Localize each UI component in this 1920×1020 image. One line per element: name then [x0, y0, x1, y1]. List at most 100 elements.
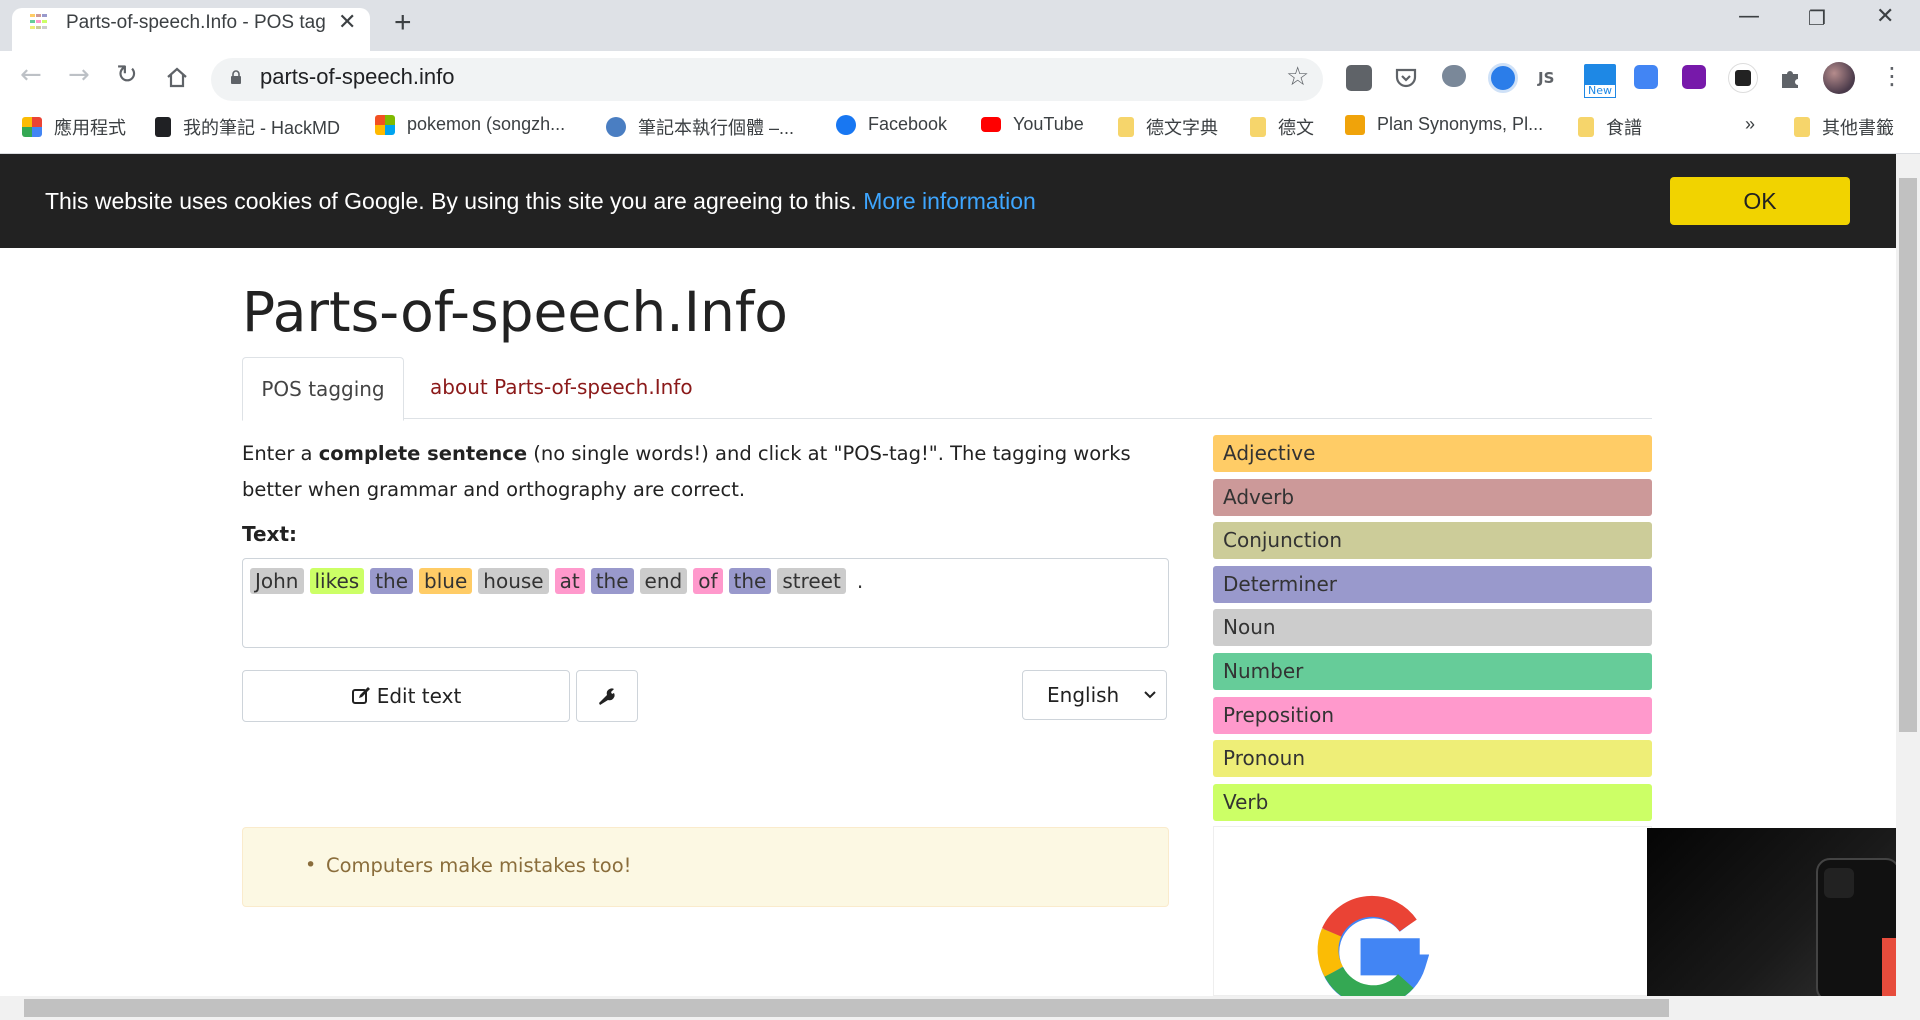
ad-phone-image[interactable] — [1647, 828, 1900, 1002]
legend-item-determiner: Determiner — [1213, 565, 1652, 603]
folder-icon — [1250, 117, 1266, 137]
warning-text: Computers make mistakes too! — [326, 854, 632, 877]
tagged-word[interactable]: the — [590, 568, 634, 594]
legend-item-verb: Verb — [1213, 783, 1652, 821]
profile-avatar[interactable] — [1823, 62, 1855, 94]
pocket-icon[interactable] — [1394, 66, 1418, 90]
onenote-icon[interactable] — [1682, 65, 1706, 89]
tagged-word[interactable]: street — [777, 568, 846, 594]
bookmark-label: 德文 — [1278, 118, 1314, 138]
extension-icon-4[interactable] — [1488, 63, 1518, 93]
more-information-link[interactable]: More information — [863, 188, 1036, 214]
edit-text-button[interactable]: Edit text — [242, 670, 570, 722]
new-badge: New — [1584, 84, 1616, 98]
tagged-word[interactable]: blue — [419, 568, 473, 594]
tagged-word[interactable]: of — [693, 568, 723, 594]
legend-item-conjunction: Conjunction — [1213, 522, 1652, 560]
reload-button[interactable]: ↻ — [116, 60, 138, 90]
url-text[interactable]: parts-of-speech.info — [260, 64, 454, 90]
new-tab-button[interactable]: + — [394, 6, 412, 40]
bookmark-folder-dict[interactable]: 德文字典 — [1118, 114, 1218, 140]
youtube-icon — [981, 117, 1001, 132]
x-extension-icon[interactable] — [1728, 63, 1758, 93]
restore-window-button[interactable]: ❐ — [1808, 6, 1826, 30]
settings-wrench-button[interactable] — [576, 670, 638, 722]
text-label: Text: — [242, 522, 298, 546]
bookmark-folder-german[interactable]: 德文 — [1250, 114, 1314, 140]
edit-icon — [351, 687, 370, 704]
bookmark-facebook[interactable]: Facebook — [836, 114, 947, 135]
bookmark-label: 我的筆記 - HackMD — [183, 118, 340, 138]
bookmark-label: 食譜 — [1606, 118, 1642, 138]
tagged-words: John likes the blue house at the end of the street… — [250, 568, 874, 594]
cookie-ok-button[interactable]: OK — [1670, 177, 1850, 225]
bookmark-label: 筆記本執行個體 –... — [638, 118, 795, 138]
bookmark-label: 其他書籤 — [1822, 118, 1894, 138]
lock-icon[interactable] — [230, 70, 242, 84]
tagged-word[interactable]: . — [852, 568, 868, 594]
bookmark-thesaurus[interactable]: Plan Synonyms, Pl... — [1345, 114, 1543, 135]
thesaurus-icon — [1345, 114, 1365, 135]
bookmark-label: 應用程式 — [54, 118, 126, 138]
apps-grid-icon — [22, 117, 42, 137]
tagged-word[interactable]: the — [370, 568, 414, 594]
bookmark-hackmd[interactable]: 我的筆記 - HackMD — [155, 114, 340, 140]
legend-item-pronoun: Pronoun — [1213, 740, 1652, 778]
legend-item-preposition: Preposition — [1213, 696, 1652, 734]
folder-icon — [1578, 117, 1594, 137]
bookmark-label: Facebook — [868, 114, 948, 134]
bookmark-folder-recipes[interactable]: 食譜 — [1578, 114, 1642, 140]
tagged-word[interactable]: house — [478, 568, 549, 594]
facebook-icon — [836, 114, 856, 135]
tab-about[interactable]: about Parts-of-speech.Info — [430, 375, 693, 399]
vertical-scroll-thumb[interactable] — [1899, 178, 1917, 732]
intro-bold: complete sentence — [318, 442, 528, 465]
document-icon — [155, 117, 171, 137]
bookmark-notebook[interactable]: 筆記本執行個體 –... — [606, 114, 794, 140]
tagged-word[interactable]: John — [250, 568, 304, 594]
tagged-word[interactable]: end — [639, 568, 688, 594]
brain-icon — [606, 117, 626, 137]
bookmark-label: YouTube — [1013, 114, 1084, 134]
home-icon[interactable] — [165, 66, 189, 90]
back-button[interactable]: ← — [20, 60, 42, 90]
close-window-button[interactable]: ✕ — [1876, 4, 1894, 29]
tab-pos-tagging[interactable]: POS tagging — [242, 357, 404, 421]
js-extension-icon[interactable]: JS — [1538, 65, 1564, 91]
close-tab-icon[interactable]: ✕ — [338, 10, 356, 35]
legend-item-adverb: Adverb — [1213, 478, 1652, 516]
cookie-text: This website uses cookies of Google. By … — [45, 188, 857, 214]
bookmark-star-icon[interactable]: ☆ — [1286, 62, 1309, 92]
advertisement[interactable] — [1213, 826, 1652, 996]
bookmark-folder-other[interactable]: 其他書籤 — [1794, 114, 1894, 140]
browser-menu-icon[interactable]: ⋮ — [1880, 62, 1904, 90]
new-extension-icon[interactable]: New — [1584, 64, 1616, 98]
legend-item-adjective: Adjective — [1213, 435, 1652, 472]
tagged-word[interactable]: at — [554, 568, 585, 594]
bookmark-label: Plan Synonyms, Pl... — [1377, 114, 1544, 134]
legend-item-number: Number — [1213, 653, 1652, 690]
bookmark-youtube[interactable]: YouTube — [981, 114, 1084, 135]
puzzle-extensions-icon[interactable] — [1778, 66, 1802, 90]
language-value: English — [1047, 683, 1120, 707]
translate-icon[interactable] — [1634, 65, 1658, 89]
google-logo-icon — [1317, 895, 1429, 1007]
intro-text: Enter a — [242, 442, 319, 465]
minimize-window-button[interactable]: — — [1738, 4, 1760, 29]
forward-button[interactable]: → — [68, 60, 90, 90]
tagged-word[interactable]: the — [728, 568, 772, 594]
chevron-down-icon — [1144, 691, 1156, 699]
horizontal-scroll-thumb[interactable] — [24, 999, 1669, 1017]
folder-icon — [1794, 117, 1810, 137]
bookmark-label: 德文字典 — [1146, 118, 1218, 138]
extension-icon-1[interactable] — [1346, 65, 1372, 91]
folder-icon — [1118, 117, 1134, 137]
bookmark-pokemon[interactable]: pokemon (songzh... — [375, 114, 565, 135]
bookmark-apps[interactable]: 應用程式 — [22, 114, 126, 140]
bookmarks-overflow-button[interactable]: » — [1745, 114, 1755, 135]
tagged-word[interactable]: likes — [309, 568, 365, 594]
cookie-message: This website uses cookies of Google. By … — [45, 188, 1036, 215]
language-select[interactable]: English — [1022, 670, 1167, 720]
bullet: • — [305, 854, 317, 876]
extension-icon-3[interactable] — [1442, 65, 1466, 87]
